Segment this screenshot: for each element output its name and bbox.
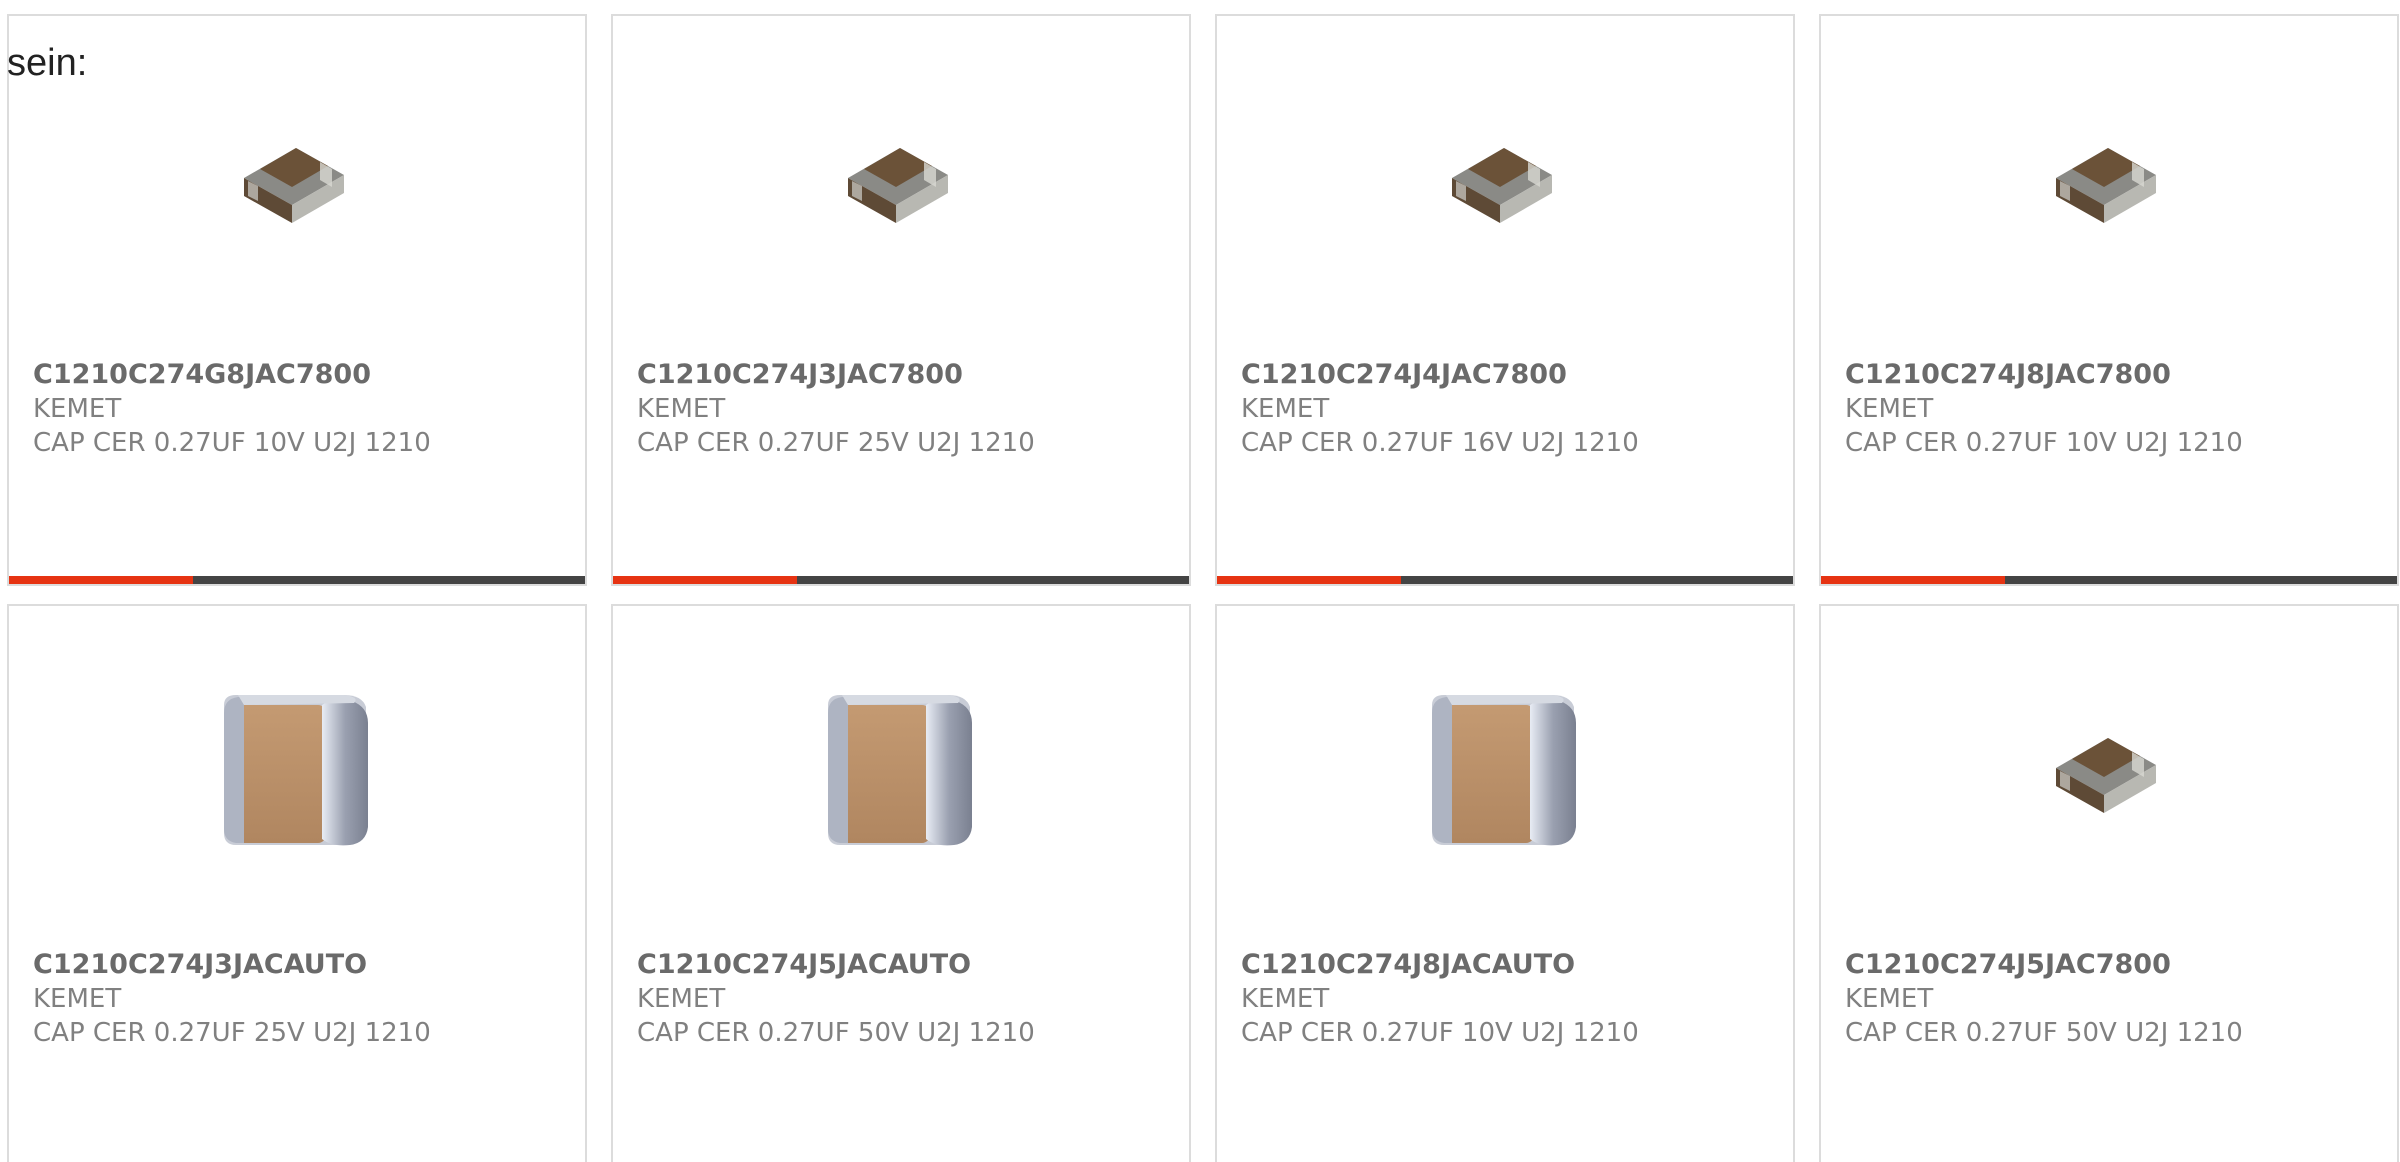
product-image[interactable] xyxy=(194,78,394,278)
page: sein: C1210C274G8JAC7800 KEMET CAP CER 0… xyxy=(0,0,2400,1162)
progress-bar-fill xyxy=(9,576,194,584)
product-card[interactable]: C1210C274J8JAC7800 KEMET CAP CER 0.27UF … xyxy=(1819,14,2399,586)
product-description: CAP CER 0.27UF 25V U2J 1210 xyxy=(33,1018,431,1048)
part-number-link[interactable]: C1210C274J8JAC7800 xyxy=(1845,358,2377,392)
manufacturer-name: KEMET xyxy=(1845,984,1934,1014)
progress-bar-fill xyxy=(1821,576,2006,584)
product-info: C1210C274J5JAC7800 KEMET CAP CER 0.27UF … xyxy=(1845,948,2377,1050)
small-mlcc-chip-icon xyxy=(838,123,958,233)
product-info: C1210C274J4JAC7800 KEMET CAP CER 0.27UF … xyxy=(1241,358,1773,460)
progress-bar-fill xyxy=(613,576,798,584)
product-card[interactable]: C1210C274J3JAC7800 KEMET CAP CER 0.27UF … xyxy=(611,14,1191,586)
manufacturer-name: KEMET xyxy=(637,984,726,1014)
small-mlcc-chip-icon xyxy=(234,123,354,233)
large-mlcc-chip-icon xyxy=(808,683,988,853)
progress-bar-fill xyxy=(1217,576,1402,584)
progress-bar xyxy=(1821,576,2397,584)
product-info: C1210C274J5JACAUTO KEMET CAP CER 0.27UF … xyxy=(637,948,1169,1050)
product-description: CAP CER 0.27UF 10V U2J 1210 xyxy=(1845,428,2243,458)
product-image[interactable] xyxy=(1402,668,1602,868)
product-image[interactable] xyxy=(2006,668,2206,868)
manufacturer-name: KEMET xyxy=(33,984,122,1014)
product-description: CAP CER 0.27UF 16V U2J 1210 xyxy=(1241,428,1639,458)
intro-text: sein: xyxy=(7,42,88,84)
product-info: C1210C274J8JACAUTO KEMET CAP CER 0.27UF … xyxy=(1241,948,1773,1050)
product-info: C1210C274J8JAC7800 KEMET CAP CER 0.27UF … xyxy=(1845,358,2377,460)
product-grid: C1210C274G8JAC7800 KEMET CAP CER 0.27UF … xyxy=(7,14,2399,1162)
large-mlcc-chip-icon xyxy=(204,683,384,853)
product-description: CAP CER 0.27UF 50V U2J 1210 xyxy=(637,1018,1035,1048)
product-card[interactable]: C1210C274J4JAC7800 KEMET CAP CER 0.27UF … xyxy=(1215,14,1795,586)
small-mlcc-chip-icon xyxy=(1442,123,1562,233)
large-mlcc-chip-icon xyxy=(1412,683,1592,853)
part-number-link[interactable]: C1210C274J4JAC7800 xyxy=(1241,358,1773,392)
product-image[interactable] xyxy=(798,668,998,868)
progress-bar xyxy=(1217,576,1793,584)
product-card[interactable]: C1210C274J8JACAUTO KEMET CAP CER 0.27UF … xyxy=(1215,604,1795,1162)
manufacturer-name: KEMET xyxy=(1241,984,1330,1014)
product-description: CAP CER 0.27UF 25V U2J 1210 xyxy=(637,428,1035,458)
manufacturer-name: KEMET xyxy=(637,394,726,424)
part-number-link[interactable]: C1210C274J5JAC7800 xyxy=(1845,948,2377,982)
manufacturer-name: KEMET xyxy=(1241,394,1330,424)
progress-bar xyxy=(9,576,585,584)
product-description: CAP CER 0.27UF 10V U2J 1210 xyxy=(33,428,431,458)
product-description: CAP CER 0.27UF 10V U2J 1210 xyxy=(1241,1018,1639,1048)
progress-bar xyxy=(613,576,1189,584)
part-number-link[interactable]: C1210C274J3JACAUTO xyxy=(33,948,565,982)
product-card[interactable]: C1210C274J5JACAUTO KEMET CAP CER 0.27UF … xyxy=(611,604,1191,1162)
part-number-link[interactable]: C1210C274J5JACAUTO xyxy=(637,948,1169,982)
product-image[interactable] xyxy=(1402,78,1602,278)
small-mlcc-chip-icon xyxy=(2046,123,2166,233)
product-image[interactable] xyxy=(194,668,394,868)
product-description: CAP CER 0.27UF 50V U2J 1210 xyxy=(1845,1018,2243,1048)
product-info: C1210C274J3JAC7800 KEMET CAP CER 0.27UF … xyxy=(637,358,1169,460)
part-number-link[interactable]: C1210C274J3JAC7800 xyxy=(637,358,1169,392)
part-number-link[interactable]: C1210C274J8JACAUTO xyxy=(1241,948,1773,982)
product-card[interactable]: C1210C274G8JAC7800 KEMET CAP CER 0.27UF … xyxy=(7,14,587,586)
product-info: C1210C274J3JACAUTO KEMET CAP CER 0.27UF … xyxy=(33,948,565,1050)
product-card[interactable]: C1210C274J5JAC7800 KEMET CAP CER 0.27UF … xyxy=(1819,604,2399,1162)
small-mlcc-chip-icon xyxy=(2046,713,2166,823)
product-card[interactable]: C1210C274J3JACAUTO KEMET CAP CER 0.27UF … xyxy=(7,604,587,1162)
part-number-link[interactable]: C1210C274G8JAC7800 xyxy=(33,358,565,392)
product-info: C1210C274G8JAC7800 KEMET CAP CER 0.27UF … xyxy=(33,358,565,460)
product-image[interactable] xyxy=(2006,78,2206,278)
product-image[interactable] xyxy=(798,78,998,278)
manufacturer-name: KEMET xyxy=(1845,394,1934,424)
manufacturer-name: KEMET xyxy=(33,394,122,424)
